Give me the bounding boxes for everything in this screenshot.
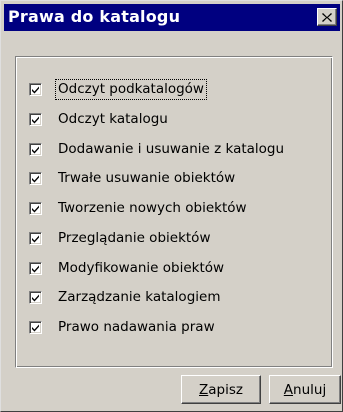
checkbox[interactable] (29, 261, 42, 275)
permission-item-7[interactable]: Zarządzanie katalogiem (29, 286, 222, 308)
cancel-label-rest: nuluj (293, 381, 327, 398)
permission-item-5[interactable]: Przeglądanie obiektów (29, 227, 212, 249)
check-icon (32, 324, 39, 331)
check-icon (32, 86, 39, 93)
checkbox[interactable] (29, 320, 42, 334)
cancel-button[interactable]: Anuluj (269, 375, 341, 404)
permission-label: Modyfikowanie obiektów (58, 259, 225, 276)
permission-label: Dodawanie i usuwanie z katalogu (58, 140, 285, 157)
checkbox[interactable] (29, 171, 42, 185)
permission-item-2[interactable]: Dodawanie i usuwanie z katalogu (29, 138, 286, 160)
title-bar[interactable]: Prawa do katalogu (4, 4, 340, 31)
checkbox[interactable] (29, 231, 42, 245)
check-icon (32, 146, 39, 153)
permission-label: Prawo nadawania praw (58, 318, 215, 335)
save-label-rest: apisz (208, 381, 243, 398)
check-icon (32, 265, 39, 272)
checkbox[interactable] (29, 201, 42, 215)
permission-item-3[interactable]: Trwałe usuwanie obiektów (29, 167, 237, 189)
close-button[interactable] (317, 8, 337, 26)
close-icon (322, 12, 332, 22)
save-mnemonic: Z (199, 381, 209, 398)
permission-label: Zarządzanie katalogiem (58, 288, 221, 305)
permission-item-8[interactable]: Prawo nadawania praw (29, 316, 217, 338)
permission-label: Odczyt katalogu (58, 110, 168, 127)
permission-label: Tworzenie nowych obiektów (58, 199, 247, 216)
dialog-window: Prawa do katalogu Odczyt podkatalogów Od… (0, 0, 343, 412)
check-icon (32, 175, 39, 182)
cancel-mnemonic: A (283, 381, 294, 398)
permission-item-6[interactable]: Modyfikowanie obiektów (29, 257, 226, 279)
permission-label: Przeglądanie obiektów (58, 229, 211, 246)
checkbox[interactable] (29, 142, 42, 156)
permission-label: Trwałe usuwanie obiektów (58, 169, 236, 186)
window-title: Prawa do katalogu (8, 7, 181, 26)
permission-item-4[interactable]: Tworzenie nowych obiektów (29, 197, 249, 219)
check-icon (32, 205, 39, 212)
permission-item-1[interactable]: Odczyt katalogu (29, 108, 170, 130)
checkbox[interactable] (29, 112, 42, 126)
check-icon (32, 116, 39, 123)
permission-item-0[interactable]: Odczyt podkatalogów (29, 78, 207, 100)
permission-label: Odczyt podkatalogów (55, 78, 207, 100)
checkbox[interactable] (29, 82, 42, 96)
check-icon (32, 294, 39, 301)
save-button[interactable]: Zapisz (181, 375, 261, 404)
checkbox[interactable] (29, 290, 42, 304)
check-icon (32, 235, 39, 242)
